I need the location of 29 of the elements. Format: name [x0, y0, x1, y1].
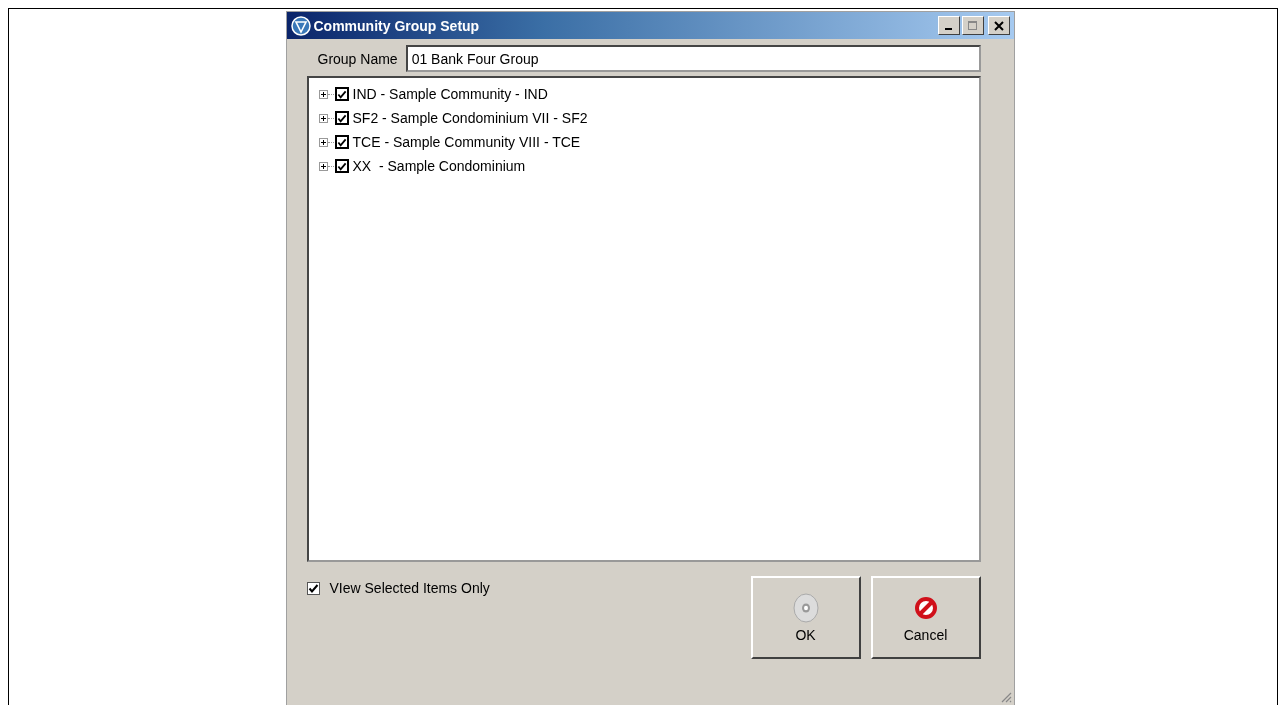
tree-item[interactable]: IND - Sample Community - IND — [352, 86, 548, 102]
checkbox[interactable] — [306, 581, 320, 595]
minimize-button[interactable] — [937, 16, 960, 35]
tree-item[interactable]: SF2 - Sample Condominium VII - SF2 — [352, 110, 588, 126]
tree-item[interactable]: XX - Sample Condominium — [352, 158, 526, 174]
expand-icon[interactable] — [318, 161, 328, 171]
expand-icon[interactable] — [318, 113, 328, 123]
resize-grip-icon[interactable] — [999, 691, 1012, 703]
minimize-icon — [945, 27, 952, 30]
expand-icon[interactable] — [318, 89, 328, 99]
checkbox[interactable] — [334, 111, 349, 125]
maximize-icon — [967, 20, 978, 31]
expand-icon[interactable] — [318, 137, 328, 147]
maximize-button[interactable] — [961, 16, 984, 35]
close-button[interactable] — [987, 16, 1010, 35]
group-name-field[interactable]: 01 Bank Four Group — [405, 45, 981, 72]
checkbox[interactable] — [334, 87, 349, 101]
close-icon — [993, 20, 1004, 31]
checkbox[interactable] — [334, 135, 349, 149]
checkbox-label[interactable]: VIew Selected Items Only — [329, 580, 490, 596]
group-name-label: Group Name — [317, 50, 398, 67]
ok-button[interactable]: OK — [750, 576, 861, 659]
checkbox[interactable] — [334, 159, 349, 173]
shield-logo-icon — [290, 15, 311, 36]
window-title: Community Group Setup — [313, 17, 481, 34]
cancel-button[interactable]: Cancel — [870, 576, 981, 659]
tree-item[interactable]: TCE - Sample Community VIII - TCE — [352, 134, 581, 150]
disc-icon — [792, 592, 819, 623]
prohibited-icon — [914, 596, 937, 619]
